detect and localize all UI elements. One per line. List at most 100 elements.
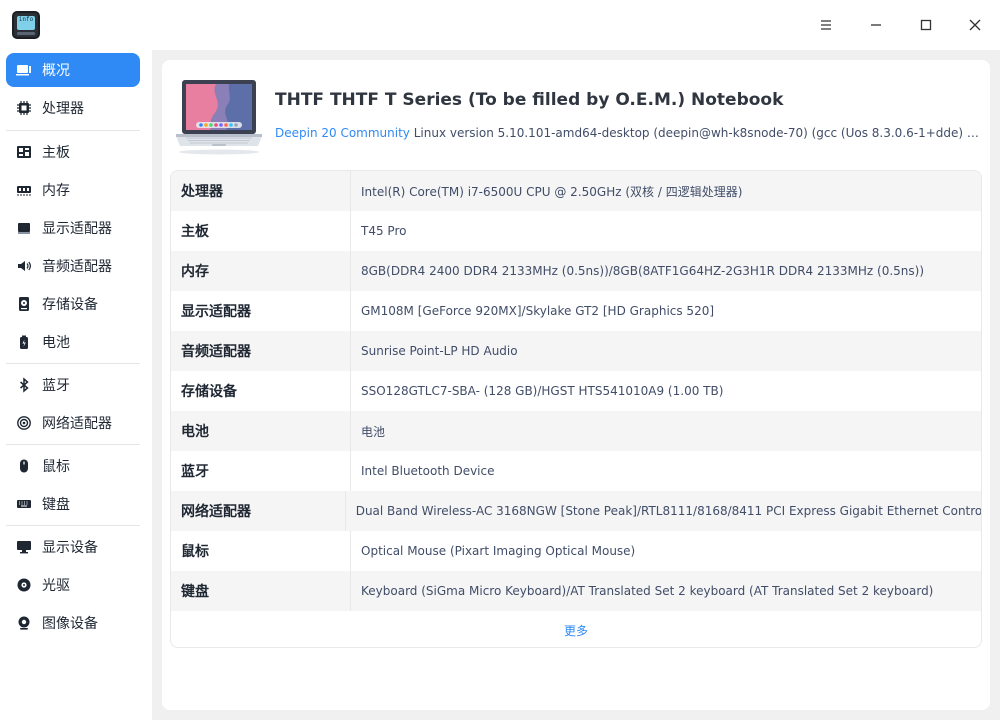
- row-value: Intel(R) Core(TM) i7-6500U CPU @ 2.50GHz…: [361, 184, 743, 199]
- minimize-button[interactable]: [861, 10, 891, 40]
- memory-icon: [16, 182, 32, 198]
- page-title: THTF THTF T Series (To be filled by O.E.…: [275, 90, 784, 110]
- row-key: 处理器: [171, 171, 351, 211]
- sidebar-item-label: 光驱: [42, 578, 70, 594]
- laptop-icon: [176, 80, 262, 155]
- sidebar-item-monitor[interactable]: 显示设备: [6, 530, 140, 564]
- motherboard-icon: [16, 144, 32, 160]
- sidebar-item-keyboard[interactable]: 键盘: [6, 487, 140, 521]
- network-icon: [16, 415, 32, 431]
- bluetooth-icon: [16, 377, 32, 393]
- sidebar-item-label: 图像设备: [42, 616, 98, 632]
- cpu-icon: [16, 100, 32, 116]
- sidebar-item-label: 电池: [42, 335, 70, 351]
- sidebar-item-label: 蓝牙: [42, 378, 70, 394]
- more-row: 更多: [171, 611, 981, 647]
- sidebar-divider: [6, 363, 140, 364]
- maximize-button[interactable]: [911, 10, 941, 40]
- sidebar-item-battery[interactable]: 电池: [6, 325, 140, 359]
- row-key: 鼠标: [171, 531, 351, 571]
- sidebar-item-overview[interactable]: 概况: [6, 53, 140, 87]
- row-key: 键盘: [171, 571, 351, 611]
- table-row: 键盘 Keyboard (SiGma Micro Keyboard)/AT Tr…: [171, 571, 981, 611]
- table-row: 音频适配器 Sunrise Point-LP HD Audio: [171, 331, 981, 371]
- display-adapter-icon: [16, 220, 32, 236]
- sidebar-item-mouse[interactable]: 鼠标: [6, 449, 140, 483]
- mouse-icon: [16, 458, 32, 474]
- app-icon-text: info: [17, 16, 35, 30]
- table-row: 网络适配器 Dual Band Wireless-AC 3168NGW [Sto…: [171, 491, 981, 531]
- sidebar-item-audio[interactable]: 音频适配器: [6, 249, 140, 283]
- sidebar-item-camera[interactable]: 图像设备: [6, 606, 140, 640]
- sidebar-item-bluetooth[interactable]: 蓝牙: [6, 368, 140, 402]
- sidebar-divider: [6, 444, 140, 445]
- row-key: 电池: [171, 411, 351, 451]
- menu-button[interactable]: [811, 10, 841, 40]
- device-summary-table: 处理器 Intel(R) Core(TM) i7-6500U CPU @ 2.5…: [170, 170, 982, 648]
- optical-drive-icon: [16, 577, 32, 593]
- menu-icon: [821, 20, 831, 30]
- table-row: 电池 电池: [171, 411, 981, 451]
- row-value: GM108M [GeForce 920MX]/Skylake GT2 [HD G…: [361, 304, 715, 318]
- sidebar-item-label: 音频适配器: [42, 259, 112, 275]
- table-row: 鼠标 Optical Mouse (Pixart Imaging Optical…: [171, 531, 981, 571]
- sidebar-item-label: 内存: [42, 183, 70, 199]
- sidebar-item-network[interactable]: 网络适配器: [6, 406, 140, 440]
- table-row: 显示适配器 GM108M [GeForce 920MX]/Skylake GT2…: [171, 291, 981, 331]
- overview-icon: [16, 62, 32, 78]
- row-value: Intel Bluetooth Device: [361, 464, 495, 478]
- table-row: 主板 T45 Pro: [171, 211, 981, 251]
- sidebar-divider: [6, 130, 140, 131]
- camera-icon: [16, 615, 32, 631]
- row-value: Dual Band Wireless-AC 3168NGW [Stone Pea…: [355, 504, 981, 518]
- row-value: Keyboard (SiGma Micro Keyboard)/AT Trans…: [361, 584, 934, 598]
- sidebar-item-label: 概况: [42, 63, 70, 79]
- row-value: 电池: [361, 424, 386, 439]
- sidebar-item-label: 存储设备: [42, 297, 98, 313]
- sidebar-item-memory[interactable]: 内存: [6, 173, 140, 207]
- sidebar-item-label: 主板: [42, 145, 70, 161]
- sidebar-divider: [6, 525, 140, 526]
- row-key: 存储设备: [171, 371, 351, 411]
- sidebar: 概况 处理器 主板 内存 显示适配器 音频适配器 存储设备 电池 蓝牙 网络适配…: [0, 50, 152, 720]
- battery-icon: [16, 334, 32, 350]
- sidebar-item-cpu[interactable]: 处理器: [6, 91, 140, 125]
- table-row: 存储设备 SSO128GTLC7-SBA- (128 GB)/HGST HTS5…: [171, 371, 981, 411]
- keyboard-icon: [16, 496, 32, 512]
- sidebar-item-label: 处理器: [42, 101, 84, 117]
- row-value: SSO128GTLC7-SBA- (128 GB)/HGST HTS541010…: [361, 384, 724, 398]
- row-key: 显示适配器: [171, 291, 351, 331]
- audio-icon: [16, 258, 32, 274]
- more-button[interactable]: 更多: [564, 622, 588, 639]
- sidebar-item-label: 键盘: [42, 497, 70, 513]
- row-key: 主板: [171, 211, 351, 251]
- table-row: 处理器 Intel(R) Core(TM) i7-6500U CPU @ 2.5…: [171, 171, 981, 211]
- row-key: 内存: [171, 251, 351, 291]
- os-info: Deepin 20 Community Linux version 5.10.1…: [275, 126, 979, 140]
- monitor-icon: [16, 539, 32, 555]
- row-value: 8GB(DDR4 2400 DDR4 2133MHz (0.5ns))/8GB(…: [361, 264, 925, 278]
- close-button[interactable]: [960, 10, 990, 40]
- sidebar-item-storage[interactable]: 存储设备: [6, 287, 140, 321]
- title-bar: info: [0, 0, 1000, 50]
- row-value: Sunrise Point-LP HD Audio: [361, 344, 518, 358]
- sidebar-item-optical-drive[interactable]: 光驱: [6, 568, 140, 602]
- row-key: 蓝牙: [171, 451, 351, 491]
- maximize-icon: [920, 19, 932, 31]
- sidebar-item-display-adapter[interactable]: 显示适配器: [6, 211, 140, 245]
- device-manager-icon: info: [12, 11, 40, 39]
- overview-panel: THTF THTF T Series (To be filled by O.E.…: [162, 60, 990, 710]
- sidebar-item-label: 显示适配器: [42, 221, 112, 237]
- sidebar-item-label: 网络适配器: [42, 416, 112, 432]
- minimize-icon: [871, 24, 881, 26]
- sidebar-item-motherboard[interactable]: 主板: [6, 135, 140, 169]
- os-link[interactable]: Deepin 20 Community: [275, 126, 410, 140]
- row-value: T45 Pro: [361, 224, 407, 238]
- storage-icon: [16, 296, 32, 312]
- table-row: 内存 8GB(DDR4 2400 DDR4 2133MHz (0.5ns))/8…: [171, 251, 981, 291]
- kernel-info: Linux version 5.10.101-amd64-desktop (de…: [413, 126, 979, 140]
- row-key: 音频适配器: [171, 331, 351, 371]
- close-icon: [969, 19, 981, 31]
- row-value: Optical Mouse (Pixart Imaging Optical Mo…: [361, 544, 636, 558]
- sidebar-item-label: 显示设备: [42, 540, 98, 556]
